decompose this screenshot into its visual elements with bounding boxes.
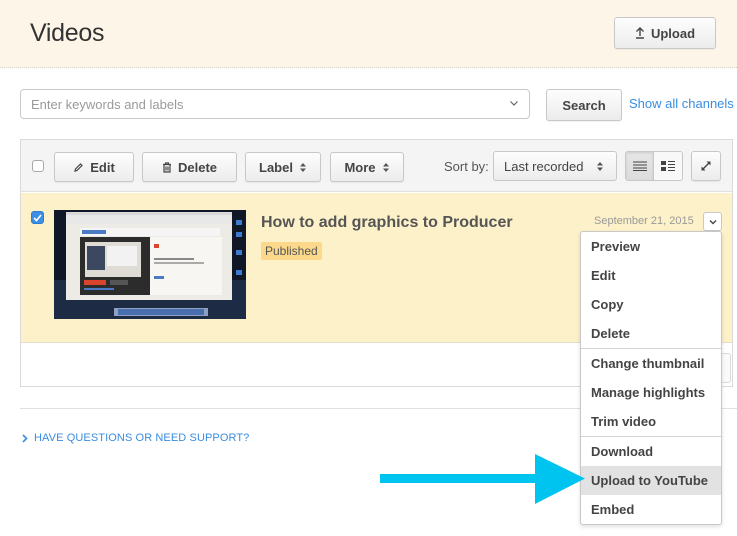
row-actions-menu: Preview Edit Copy Delete Change thumbnai…: [580, 231, 722, 525]
menu-item-delete[interactable]: Delete: [581, 319, 721, 348]
status-badge: Published: [261, 242, 322, 260]
detail-view-button[interactable]: [654, 152, 682, 180]
search-button[interactable]: Search: [546, 89, 622, 121]
show-all-channels-link[interactable]: Show all channels: [629, 96, 734, 111]
edit-button-label: Edit: [90, 159, 115, 175]
menu-item-change-thumbnail[interactable]: Change thumbnail: [581, 349, 721, 378]
video-date: September 21, 2015: [594, 215, 694, 227]
upload-arrow-icon: [635, 27, 644, 39]
menu-item-upload-to-youtube[interactable]: Upload to YouTube: [581, 466, 721, 495]
list-toolbar: Edit Delete Label More Sort by: Last rec…: [21, 140, 732, 192]
annotation-arrow-icon: [380, 454, 585, 504]
support-link[interactable]: Have questions or need support?: [22, 432, 249, 444]
video-title[interactable]: How to add graphics to Producer: [261, 214, 513, 232]
menu-item-edit[interactable]: Edit: [581, 261, 721, 290]
search-field[interactable]: [20, 89, 530, 119]
thumbnail-image: [54, 210, 246, 319]
sort-by-label: Sort by:: [444, 159, 489, 174]
menu-item-trim-video[interactable]: Trim video: [581, 407, 721, 436]
menu-item-embed[interactable]: Embed: [581, 495, 721, 524]
more-dropdown[interactable]: More: [330, 152, 404, 182]
more-dropdown-label: More: [344, 159, 376, 175]
list-view-icon: [632, 161, 647, 171]
expand-icon: [701, 161, 711, 171]
video-thumbnail[interactable]: [54, 210, 246, 319]
trash-icon: [162, 161, 171, 173]
sort-arrows-icon: [596, 161, 603, 171]
pencil-icon: [74, 162, 84, 172]
chevron-down-icon: [709, 219, 716, 224]
delete-button-label: Delete: [177, 159, 218, 175]
sort-select[interactable]: Last recorded: [493, 151, 617, 181]
page-title: Videos: [30, 19, 105, 47]
videos-page: Videos Upload Search Show all channels E…: [0, 0, 737, 536]
sort-arrows-icon: [299, 162, 306, 172]
label-dropdown[interactable]: Label: [245, 152, 321, 182]
detail-view-icon: [661, 161, 675, 171]
search-button-label: Search: [562, 97, 606, 113]
row-actions-button[interactable]: [703, 212, 722, 231]
menu-item-preview[interactable]: Preview: [581, 232, 721, 261]
menu-item-manage-highlights[interactable]: Manage highlights: [581, 378, 721, 407]
sort-select-value: Last recorded: [504, 158, 584, 174]
chevron-right-icon: [22, 433, 28, 443]
row-checkbox[interactable]: [31, 211, 44, 224]
support-link-label: Have questions or need support?: [34, 432, 250, 444]
upload-button[interactable]: Upload: [614, 17, 716, 49]
checkmark-icon: [33, 213, 42, 222]
menu-item-download[interactable]: Download: [581, 437, 721, 466]
chevron-down-icon[interactable]: [509, 98, 519, 108]
menu-item-copy[interactable]: Copy: [581, 290, 721, 319]
view-mode-toggle: [625, 151, 683, 181]
select-all-checkbox[interactable]: [32, 160, 44, 172]
label-dropdown-label: Label: [259, 159, 293, 175]
upload-button-label: Upload: [650, 25, 696, 41]
expand-button[interactable]: [691, 151, 721, 181]
sort-arrows-icon: [382, 162, 389, 172]
delete-button[interactable]: Delete: [142, 152, 237, 182]
list-view-button[interactable]: [626, 152, 655, 180]
page-header: Videos Upload: [0, 0, 737, 68]
search-input[interactable]: [21, 90, 491, 118]
edit-button[interactable]: Edit: [54, 152, 134, 182]
